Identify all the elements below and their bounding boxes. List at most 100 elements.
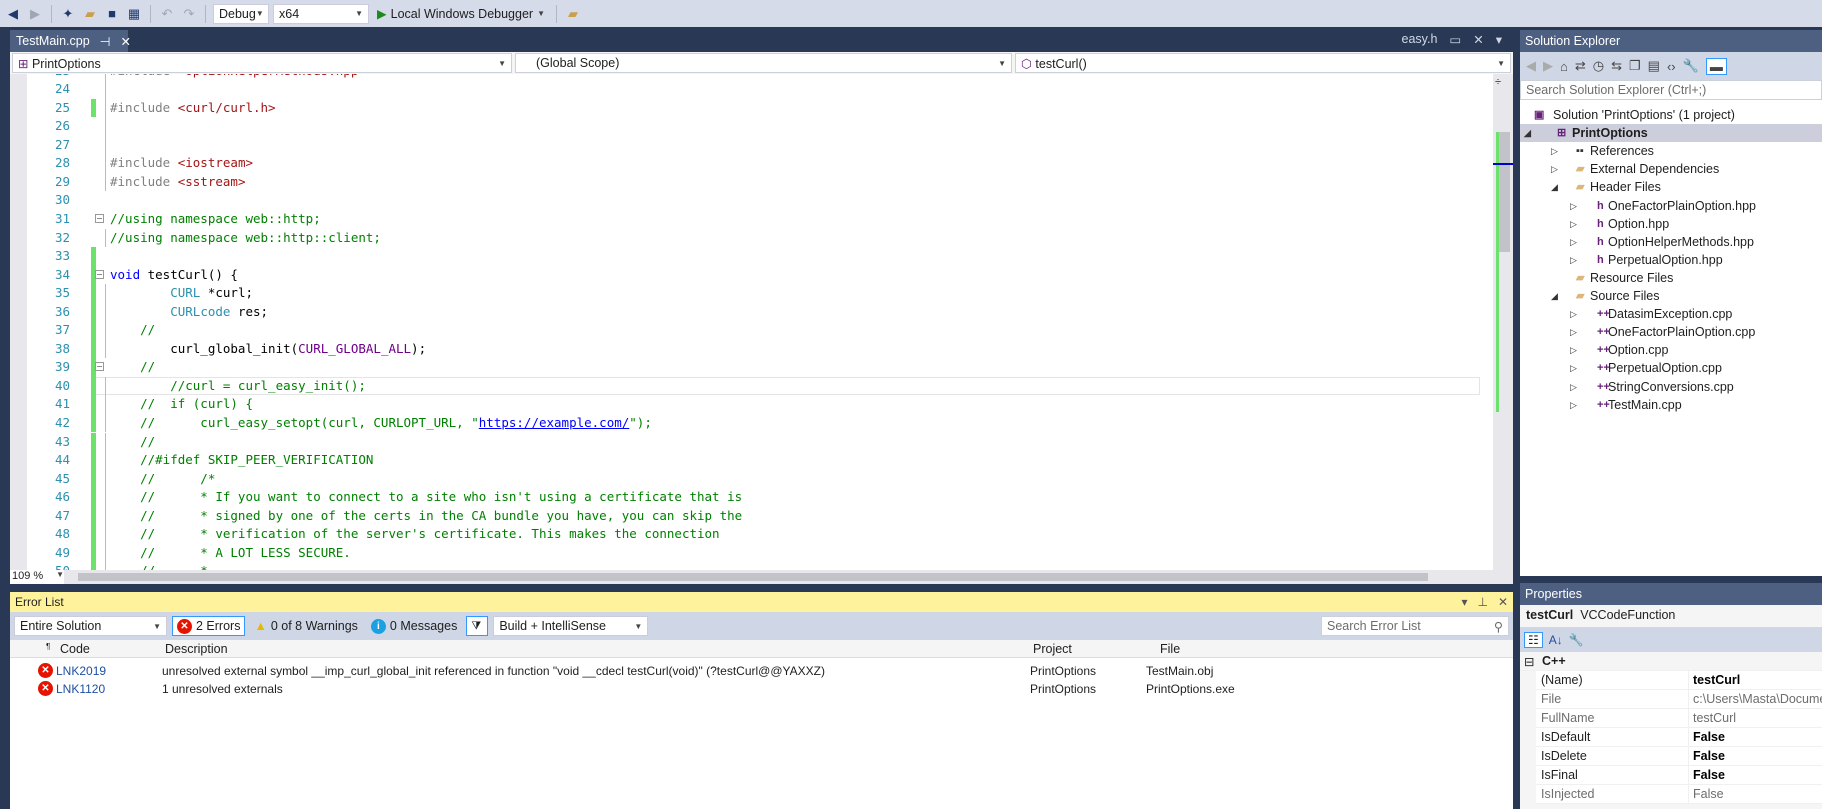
property-row[interactable]: IsDefault False (1536, 728, 1822, 747)
column-code[interactable]: Code (60, 642, 90, 656)
tree-item[interactable]: ▷ ++ PerpetualOption.cpp (1520, 359, 1822, 377)
collapsed-icon[interactable]: ▷ (1570, 378, 1577, 396)
collapsed-icon[interactable]: ▷ (1551, 142, 1558, 160)
expanded-icon[interactable]: ◢ (1524, 124, 1531, 142)
column-file[interactable]: File (1160, 642, 1180, 656)
expanded-icon[interactable]: ◢ (1551, 287, 1558, 305)
column-chooser-icon[interactable]: ¶ (46, 642, 50, 651)
collapse-icon[interactable]: ⊟ (1524, 654, 1534, 669)
property-row[interactable]: File c:\Users\Masta\Documents (1536, 690, 1822, 709)
collapsed-icon[interactable]: ▷ (1570, 323, 1577, 341)
tree-item[interactable]: ▷ ▰ External Dependencies (1520, 160, 1822, 178)
code-line[interactable]: 30 (10, 191, 1480, 210)
code-line[interactable]: 37 // (10, 321, 1480, 340)
tree-item[interactable]: ◢ ▰ Header Files (1520, 178, 1822, 196)
source-dropdown[interactable]: Build + IntelliSense ▼ (493, 616, 649, 636)
code-line[interactable]: 32 //using namespace web::http::client; (10, 228, 1480, 248)
close-icon[interactable]: ✕ (1498, 595, 1508, 609)
code-line[interactable]: 26 (10, 117, 1480, 136)
tree-item[interactable]: ▷ ++ Option.cpp (1520, 341, 1822, 359)
scope-dropdown[interactable]: Entire Solution ▼ (14, 616, 167, 636)
configuration-dropdown[interactable]: Debug ▼ (213, 3, 269, 24)
tree-item[interactable]: ▷ h OneFactorPlainOption.hpp (1520, 197, 1822, 215)
project-dropdown[interactable]: ⊞ PrintOptions ▼ (12, 53, 512, 73)
collapsed-icon[interactable]: ▷ (1570, 251, 1577, 269)
collapse-all-icon[interactable]: ❐ (1629, 58, 1641, 74)
open-file-icon[interactable]: ▰ (81, 5, 99, 23)
keep-open-icon[interactable]: ▭ (1449, 32, 1461, 47)
collapsed-icon[interactable]: ▷ (1570, 197, 1577, 215)
collapsed-icon[interactable]: ▷ (1570, 396, 1577, 414)
redo-icon[interactable]: ↷ (180, 5, 198, 23)
split-icon[interactable]: ÷ (1495, 76, 1501, 88)
forward-icon[interactable]: ▶ (26, 5, 44, 23)
property-value[interactable]: False (1693, 749, 1725, 763)
new-project-icon[interactable]: ✦ (59, 5, 77, 23)
collapse-icon[interactable]: − (95, 214, 104, 224)
close-icon[interactable]: ✕ (1473, 32, 1483, 47)
code-line[interactable]: 35 CURL *curl; (10, 284, 1480, 303)
tree-item[interactable]: ▷ ++ TestMain.cpp (1520, 396, 1822, 414)
back-icon[interactable]: ◀ (1526, 58, 1536, 74)
property-row[interactable]: FullName testCurl (1536, 709, 1822, 728)
tree-item[interactable]: ◢ ▰ Source Files (1520, 287, 1822, 305)
code-editor[interactable]: 23#include "OptionHelperMethods.hpp"2425… (10, 74, 1513, 570)
code-line[interactable]: 40 //curl = curl_easy_init(); (10, 376, 1480, 396)
code-line[interactable]: 29 #include <sstream> (10, 172, 1480, 192)
code-line[interactable]: 24 (10, 80, 1480, 99)
code-line[interactable]: 49 // * A LOT LESS SECURE. (10, 543, 1480, 563)
tree-item[interactable]: ▷ ++ OneFactorPlainOption.cpp (1520, 323, 1822, 341)
collapse-icon[interactable]: − (95, 269, 104, 279)
switch-views-icon[interactable]: ⇄ (1575, 58, 1586, 74)
preview-icon[interactable]: ▬ (1705, 57, 1727, 75)
chevron-down-icon[interactable]: ▾ (1461, 595, 1467, 609)
tree-item[interactable]: ▷ h OptionHelperMethods.hpp (1520, 233, 1822, 251)
tree-item[interactable]: ▷ h Option.hpp (1520, 215, 1822, 233)
collapsed-icon[interactable]: ▷ (1570, 359, 1577, 377)
pin-icon[interactable]: ⊥ (1477, 595, 1487, 609)
property-row[interactable]: IsDelete False (1536, 747, 1822, 766)
tree-item[interactable]: ▷ h PerpetualOption.hpp (1520, 251, 1822, 269)
chevron-down-icon[interactable]: ▾ (1496, 32, 1502, 47)
save-all-icon[interactable]: ▦ (125, 5, 143, 23)
tree-item[interactable]: ▷ ++ StringConversions.cpp (1520, 378, 1822, 396)
solution-search-input[interactable]: Search Solution Explorer (Ctrl+;) (1520, 80, 1822, 100)
view-code-icon[interactable]: ‹› (1667, 59, 1676, 74)
property-row[interactable]: (Name) testCurl (1536, 671, 1822, 690)
property-value[interactable]: False (1693, 730, 1725, 744)
search-icon[interactable]: ⚲ (1494, 619, 1503, 634)
horizontal-scrollbar[interactable] (78, 573, 1428, 581)
member-dropdown[interactable]: ⬡ testCurl() ▼ (1015, 53, 1511, 73)
collapsed-icon[interactable]: ▷ (1570, 305, 1577, 323)
collapse-icon[interactable]: − (95, 362, 104, 372)
close-icon[interactable]: ✕ (121, 34, 131, 49)
show-all-files-icon[interactable]: ▤ (1648, 58, 1660, 74)
sync-icon[interactable]: ⇆ (1611, 58, 1622, 74)
tree-item[interactable]: ▣ Solution 'PrintOptions' (1 project) (1520, 106, 1822, 124)
property-value[interactable]: c:\Users\Masta\Documents (1693, 692, 1822, 706)
code-line[interactable]: 45 // /* (10, 469, 1480, 489)
pin-icon[interactable]: ⊣ (100, 34, 111, 49)
code-line[interactable]: 47 // * signed by one of the certs in th… (10, 506, 1480, 526)
code-line[interactable]: 34 − void testCurl() { (10, 265, 1480, 285)
property-pages-icon[interactable]: 🔧 (1569, 633, 1584, 647)
clear-filter-button[interactable]: ⧩ (466, 616, 489, 636)
scope-dropdown[interactable]: (Global Scope) ▼ (515, 53, 1012, 73)
error-row[interactable]: ✕ LNK1120 1 unresolved externals PrintOp… (10, 680, 1513, 698)
categorized-icon[interactable]: ☷ (1524, 631, 1543, 648)
forward-icon[interactable]: ▶ (1543, 58, 1553, 74)
error-code[interactable]: LNK2019 (56, 664, 106, 678)
code-line[interactable]: 27 (10, 135, 1480, 155)
code-line[interactable]: 41 // if (curl) { (10, 395, 1480, 414)
error-row[interactable]: ✕ LNK2019 unresolved external symbol __i… (10, 662, 1513, 680)
property-value[interactable]: testCurl (1693, 711, 1736, 725)
alphabetical-icon[interactable]: A↓ (1549, 633, 1563, 647)
tree-item[interactable]: ▷ ++ DatasimException.cpp (1520, 305, 1822, 323)
property-value[interactable]: testCurl (1693, 673, 1740, 687)
code-line[interactable]: 44 //#ifdef SKIP_PEER_VERIFICATION (10, 451, 1480, 470)
tree-item[interactable]: ▷ ▪▪ References (1520, 142, 1822, 160)
code-line[interactable]: 46 // * If you want to connect to a site… (10, 488, 1480, 507)
code-line[interactable]: 50 // * (10, 562, 1480, 570)
find-in-files-icon[interactable]: ▰ (564, 5, 582, 23)
collapsed-icon[interactable]: ▷ (1570, 341, 1577, 359)
